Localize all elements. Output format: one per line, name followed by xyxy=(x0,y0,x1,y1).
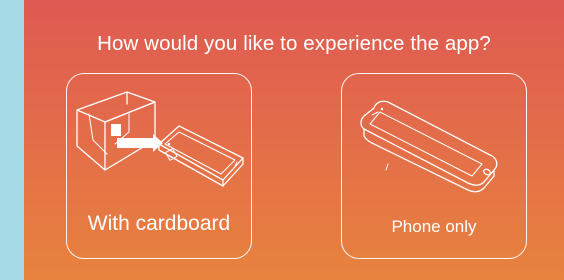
prompt-title: How would you like to experience the app… xyxy=(97,32,491,55)
option-with-cardboard[interactable]: With cardboard xyxy=(66,73,252,259)
option-label-cardboard: With cardboard xyxy=(87,212,231,235)
app-screen: How would you like to experience the app… xyxy=(24,0,564,280)
option-label-phone: Phone only xyxy=(391,217,477,236)
option-phone-only[interactable]: Phone only xyxy=(341,73,527,259)
